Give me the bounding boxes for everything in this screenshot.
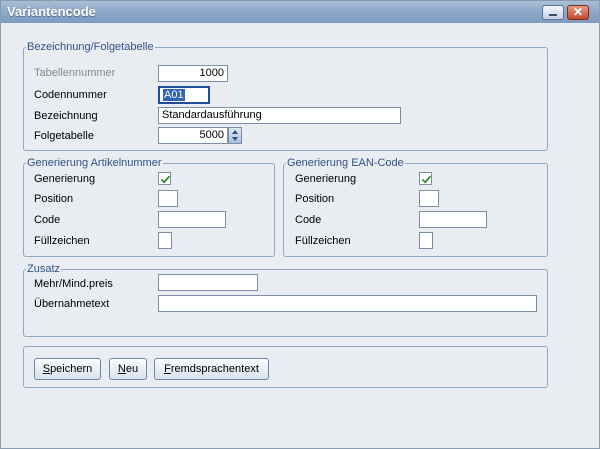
neu-label: eu bbox=[125, 363, 139, 375]
ean-code-label: Code bbox=[295, 214, 322, 226]
folgetabelle-field[interactable]: 5000 bbox=[158, 127, 228, 144]
fremdsprachentext-label: remdsprachentext bbox=[170, 363, 259, 375]
neu-button[interactable]: Neu bbox=[109, 358, 147, 380]
spin-up-icon[interactable] bbox=[232, 130, 238, 134]
spin-down-icon[interactable] bbox=[232, 137, 238, 141]
uebernahmetext-field[interactable] bbox=[158, 295, 537, 312]
fremdsprachentext-mnemonic: F bbox=[164, 363, 171, 375]
art-code-label: Code bbox=[34, 214, 61, 226]
art-position-label: Position bbox=[34, 193, 74, 205]
ean-fuellzeichen-field[interactable] bbox=[419, 232, 433, 249]
artikelnummer-legend: Generierung Artikelnummer bbox=[27, 157, 162, 169]
speichern-mnemonic: S bbox=[42, 363, 51, 375]
codennummer-field[interactable]: A01 bbox=[158, 86, 210, 104]
button-bar bbox=[23, 346, 548, 388]
bezeichnung-field[interactable]: Standardausführung bbox=[158, 107, 401, 124]
ean-position-field[interactable] bbox=[419, 190, 439, 207]
mehrpreis-field[interactable] bbox=[158, 274, 258, 291]
speichern-button[interactable]: Speichern bbox=[34, 358, 101, 380]
ean-fuellzeichen-label: Füllzeichen bbox=[295, 235, 351, 247]
folgetabelle-spinner[interactable] bbox=[228, 127, 242, 144]
ean-legend: Generierung EAN-Code bbox=[287, 157, 404, 169]
bezeichnung-label: Bezeichnung bbox=[34, 110, 98, 122]
window-title: Variantencode bbox=[7, 4, 96, 19]
tabellennummer-field[interactable]: 1000 bbox=[158, 65, 228, 82]
speichern-label: peichern bbox=[50, 363, 93, 375]
codennummer-label: Codennummer bbox=[34, 89, 107, 101]
checkmark-icon bbox=[160, 175, 171, 184]
codennummer-value: A01 bbox=[163, 89, 185, 101]
art-generierung-checkbox[interactable] bbox=[158, 172, 171, 185]
folgetabelle-label: Folgetabelle bbox=[34, 130, 94, 142]
close-button[interactable]: ✕ bbox=[567, 5, 589, 20]
ean-position-label: Position bbox=[295, 193, 335, 205]
art-fuellzeichen-field[interactable] bbox=[158, 232, 172, 249]
ean-code-field[interactable] bbox=[419, 211, 487, 228]
ean-generierung-checkbox[interactable] bbox=[419, 172, 432, 185]
close-icon: ✕ bbox=[572, 5, 584, 19]
zusatz-legend: Zusatz bbox=[27, 263, 61, 275]
title-bar[interactable]: Variantencode ✕ bbox=[1, 1, 599, 23]
checkmark-icon bbox=[421, 175, 432, 184]
art-position-field[interactable] bbox=[158, 190, 178, 207]
minimize-button[interactable] bbox=[542, 5, 564, 20]
dialog-window: Variantencode ✕ Bezeichnung/Folgetabelle… bbox=[0, 0, 600, 449]
neu-mnemonic: N bbox=[117, 363, 126, 375]
ean-generierung-label: Generierung bbox=[295, 173, 357, 185]
art-code-field[interactable] bbox=[158, 211, 226, 228]
bezeichnung-legend: Bezeichnung/Folgetabelle bbox=[27, 41, 154, 53]
fremdsprachentext-button[interactable]: Fremdsprachentext bbox=[154, 358, 269, 380]
minimize-icon bbox=[549, 14, 557, 16]
art-fuellzeichen-label: Füllzeichen bbox=[34, 235, 90, 247]
uebernahmetext-label: Übernahmetext bbox=[34, 298, 110, 310]
tabellennummer-label: Tabellennummer bbox=[34, 67, 116, 79]
mehrpreis-label: Mehr/Mind.preis bbox=[34, 278, 113, 290]
art-generierung-label: Generierung bbox=[34, 173, 96, 185]
